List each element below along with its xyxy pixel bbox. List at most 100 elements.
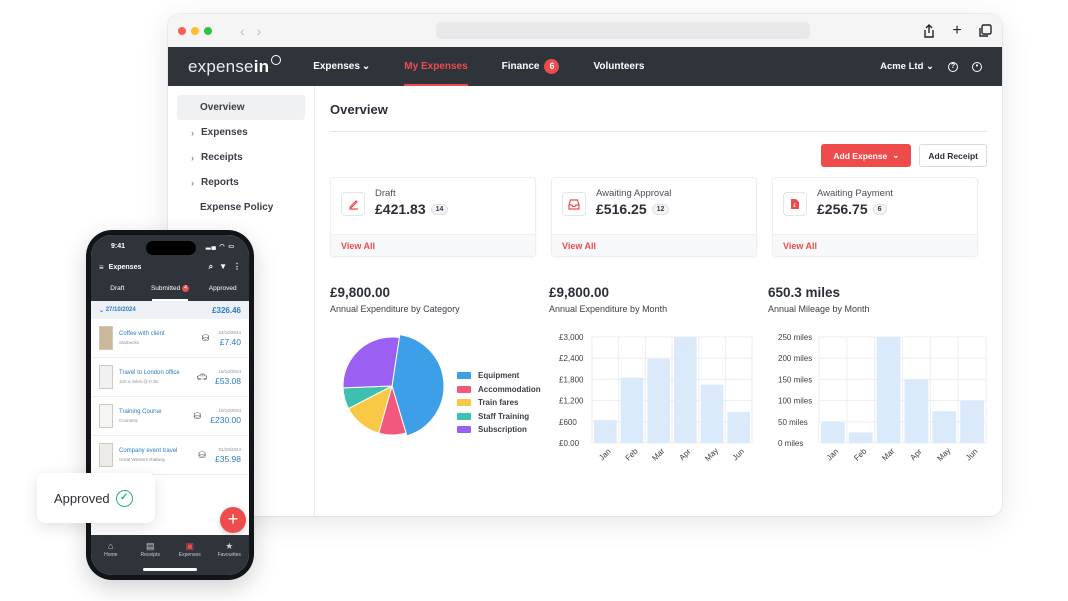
nav-finance[interactable]: Finance 6 (502, 47, 560, 86)
bar-feb[interactable] (620, 377, 644, 443)
y-tick-label: 250 miles (778, 333, 812, 342)
more-icon[interactable]: ⋮ (233, 262, 241, 272)
document-pound-icon: £ (783, 192, 807, 216)
x-tick-label: May (703, 446, 720, 463)
bar-jun[interactable] (727, 411, 750, 443)
tab-label: Draft (110, 285, 125, 292)
list-item[interactable]: Travel to London office 120.4 miles @ 0.4… (91, 358, 249, 397)
bar-apr[interactable] (674, 337, 697, 443)
phone-tab-submitted[interactable]: Submitted 4 (144, 277, 197, 301)
add-expense-button[interactable]: Add Expense ⌄ (821, 144, 912, 167)
menu-icon[interactable]: ≡ (99, 263, 104, 272)
sidebar-item-receipts[interactable]: › Receipts (177, 145, 305, 170)
phone-nav-favourites[interactable]: ★ Favourites (210, 541, 250, 575)
list-item[interactable]: Coffee with client Starbucks ⛁ 22/10/2024… (91, 319, 249, 358)
bar-apr[interactable] (904, 379, 929, 443)
address-bar[interactable] (436, 22, 810, 39)
maximize-window-button[interactable] (204, 26, 212, 35)
bar-jun[interactable] (960, 400, 984, 443)
chevron-down-icon: ⌄ (892, 150, 900, 160)
legend-label: Train fares (478, 398, 519, 408)
sidebar-item-reports[interactable]: › Reports (177, 170, 305, 195)
add-expense-fab[interactable]: + (220, 507, 246, 533)
pie-slice-subscription[interactable] (342, 336, 400, 389)
share-icon[interactable] (922, 23, 936, 38)
sidebar-item-label: Expense Policy (200, 202, 274, 213)
filter-icon[interactable]: ▼ (219, 262, 227, 272)
new-tab-icon[interactable]: + (950, 22, 964, 38)
mileage-stat: 650.3 miles Annual Mileage by Month (768, 285, 987, 314)
sidebar-item-label: Expenses (201, 127, 248, 138)
nav-finance-label: Finance (501, 61, 540, 72)
expense-subtitle: 120.4 miles @ 0.45 (119, 379, 158, 384)
org-switcher[interactable]: Acme Ltd ⌄ (880, 61, 934, 72)
svg-text:£: £ (793, 203, 796, 209)
bar-may[interactable] (932, 411, 957, 443)
chevron-right-icon: › (191, 127, 194, 138)
card-amount: £256.75 (817, 201, 868, 217)
expense-title: Company event travel (119, 448, 178, 454)
receipt-thumbnail (99, 326, 113, 350)
stat-value: £9,800.00 (549, 285, 610, 300)
x-tick-label: Jan (825, 447, 840, 462)
tab-label: Submitted (150, 285, 181, 292)
phone-header-title: Expenses (108, 263, 142, 271)
sidebar-item-expenses[interactable]: › Expenses (177, 120, 305, 145)
view-all-payment-link[interactable]: View All (783, 241, 817, 251)
back-arrow-icon[interactable]: ‹ (240, 23, 245, 39)
y-tick-label: 0 miles (778, 439, 803, 448)
phone-nav-home[interactable]: ⌂ Home (91, 541, 131, 575)
org-name: Acme Ltd (880, 61, 924, 72)
phone-tab-draft[interactable]: Draft (91, 277, 144, 301)
help-icon[interactable]: ? (948, 61, 958, 72)
y-tick-label: £0.00 (559, 439, 580, 448)
add-receipt-button[interactable]: Add Receipt (919, 144, 987, 167)
logo-accent-text: in (253, 56, 270, 76)
expense-amount: £7.40 (219, 336, 241, 347)
x-tick-label: Jan (597, 447, 612, 462)
close-window-button[interactable] (178, 26, 186, 35)
coins-icon: ⛁ (193, 410, 202, 421)
nav-expenses[interactable]: Expenses ⌄ (313, 47, 370, 86)
bar-jan[interactable] (821, 421, 845, 443)
count-badge: 12 (651, 203, 670, 215)
stat-label: Annual Expenditure by Category (330, 304, 460, 314)
bar-mar[interactable] (647, 358, 670, 443)
view-all-approval-link[interactable]: View All (562, 241, 596, 251)
nav-my-expenses[interactable]: My Expenses (404, 47, 469, 86)
expensein-logo[interactable]: expense in (188, 54, 282, 77)
legend-item: Train fares (457, 396, 541, 410)
nav-volunteers[interactable]: Volunteers (593, 47, 644, 86)
bar-jan[interactable] (594, 420, 617, 443)
y-tick-label: 50 miles (778, 418, 808, 427)
sidebar-item-overview[interactable]: Overview (177, 95, 305, 120)
car-icon: 🚗︎ (196, 371, 208, 382)
card-amount: £421.83 (375, 201, 426, 217)
chevron-right-icon: › (191, 177, 194, 188)
expense-date: 15/10/2024 (218, 368, 241, 374)
bar-feb[interactable] (848, 432, 873, 443)
bar-mar[interactable] (876, 337, 901, 443)
expense-title: Travel to London office (119, 370, 180, 376)
list-item[interactable]: Company event travel Great Western Railwa… (91, 436, 249, 475)
tabs-overview-icon[interactable] (978, 23, 992, 38)
x-tick-label: Feb (852, 446, 869, 463)
date-group-header[interactable]: ⌄ 27/10/2024 £326.46 (91, 301, 249, 319)
search-icon[interactable]: ⌕ (209, 262, 213, 272)
x-tick-label: May (935, 446, 952, 463)
forward-arrow-icon[interactable]: › (257, 23, 262, 39)
minimize-window-button[interactable] (191, 26, 199, 35)
awaiting-approval-card: Awaiting Approval £516.25 12 View All (551, 177, 757, 257)
count-badge: 6 (872, 203, 887, 215)
sidebar-item-expense-policy[interactable]: Expense Policy (177, 195, 305, 220)
divider (330, 131, 987, 132)
phone-tab-approved[interactable]: Approved (196, 277, 249, 301)
view-all-draft-link[interactable]: View All (341, 241, 375, 251)
list-item[interactable]: Training Course Coursera ⛁ 10/10/2024 £230… (91, 397, 249, 436)
legend-label: Accommodation (478, 384, 541, 394)
user-account-icon[interactable]: • (972, 61, 982, 72)
category-pie-chart (342, 334, 445, 437)
bar-may[interactable] (700, 384, 724, 443)
sidebar-item-label: Overview (200, 102, 245, 113)
phone-time: 9:41 (111, 242, 126, 250)
